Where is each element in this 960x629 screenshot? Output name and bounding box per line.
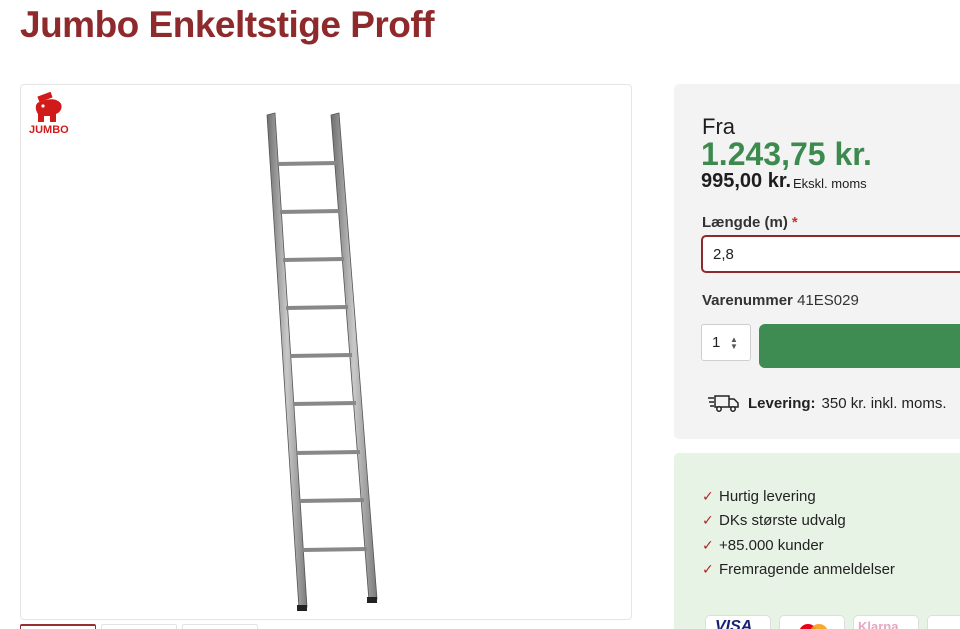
thumbnail-1-active[interactable] [20, 624, 96, 629]
truck-icon [708, 395, 739, 412]
stepper-arrows-icon[interactable]: ▲ ▼ [730, 336, 738, 351]
sku-row: Varenummer 41ES029 [702, 292, 859, 309]
page-title: Jumbo Enkeltstige Proff [20, 4, 435, 45]
usp-item: ✓ DKs største udvalg [702, 509, 895, 534]
usp-text: Hurtig levering [719, 487, 816, 505]
product-image-panel[interactable]: JUMBO [20, 84, 632, 620]
length-label-text: Længde (m) [702, 214, 788, 231]
usp-item: ✓ +85.000 kunder [702, 533, 895, 558]
check-icon: ✓ [702, 487, 714, 504]
usp-text: +85.000 kunder [719, 536, 824, 554]
usp-text: DKs største udvalg [719, 512, 846, 530]
payment-logo-extra [927, 615, 960, 629]
price-excl-vat-note: Ekskl. moms [793, 176, 867, 191]
quantity-value: 1 [712, 334, 721, 351]
quantity-stepper[interactable]: 1 ▲ ▼ [701, 324, 751, 361]
payment-methods: VISA Klarna. [705, 615, 960, 629]
usp-list: ✓ Hurtig levering ✓ DKs største udvalg ✓ +8… [702, 484, 895, 582]
delivery-info: Levering: 350 kr. inkl. moms. [708, 393, 947, 413]
add-to-cart-button[interactable] [759, 324, 960, 368]
klarna-logo: Klarna. [853, 615, 919, 629]
mastercard-logo [779, 615, 845, 629]
ladder-image[interactable] [251, 105, 411, 619]
check-icon: ✓ [702, 536, 714, 553]
usp-item: ✓ Hurtig levering [702, 484, 895, 509]
brand-logo-text: JUMBO [29, 124, 69, 136]
buy-box: Fra 1.243,75 kr. 995,00 kr. Ekskl. moms … [674, 84, 960, 439]
delivery-value: 350 kr. inkl. moms. [821, 394, 947, 412]
check-icon: ✓ [702, 512, 714, 529]
check-icon: ✓ [702, 561, 714, 578]
required-mark: * [791, 214, 798, 231]
thumbnail-3[interactable] [182, 624, 258, 629]
delivery-label: Levering: [748, 394, 816, 412]
usp-text: Fremragende anmeldelser [719, 561, 895, 579]
visa-text: VISA [715, 618, 753, 629]
sku-value: 41ES029 [797, 292, 859, 309]
price-excl-vat: 995,00 kr. [701, 170, 792, 192]
klarna-text: Klarna. [858, 619, 903, 629]
jumbo-brand-logo: JUMBO [28, 91, 78, 136]
usp-box: ✓ Hurtig levering ✓ DKs største udvalg ✓ +8… [674, 453, 960, 629]
sku-label: Varenummer [702, 292, 793, 309]
price-incl-vat: 1.243,75 kr. [701, 136, 872, 172]
length-select-value: 2,8 [713, 246, 734, 263]
thumbnail-2[interactable] [101, 624, 177, 629]
visa-logo: VISA [705, 615, 771, 629]
thumbnail-strip [20, 624, 280, 629]
length-label: Længde (m) * [702, 214, 798, 231]
usp-item: ✓ Fremragende anmeldelser [702, 558, 895, 583]
length-select[interactable]: 2,8 [701, 235, 960, 273]
